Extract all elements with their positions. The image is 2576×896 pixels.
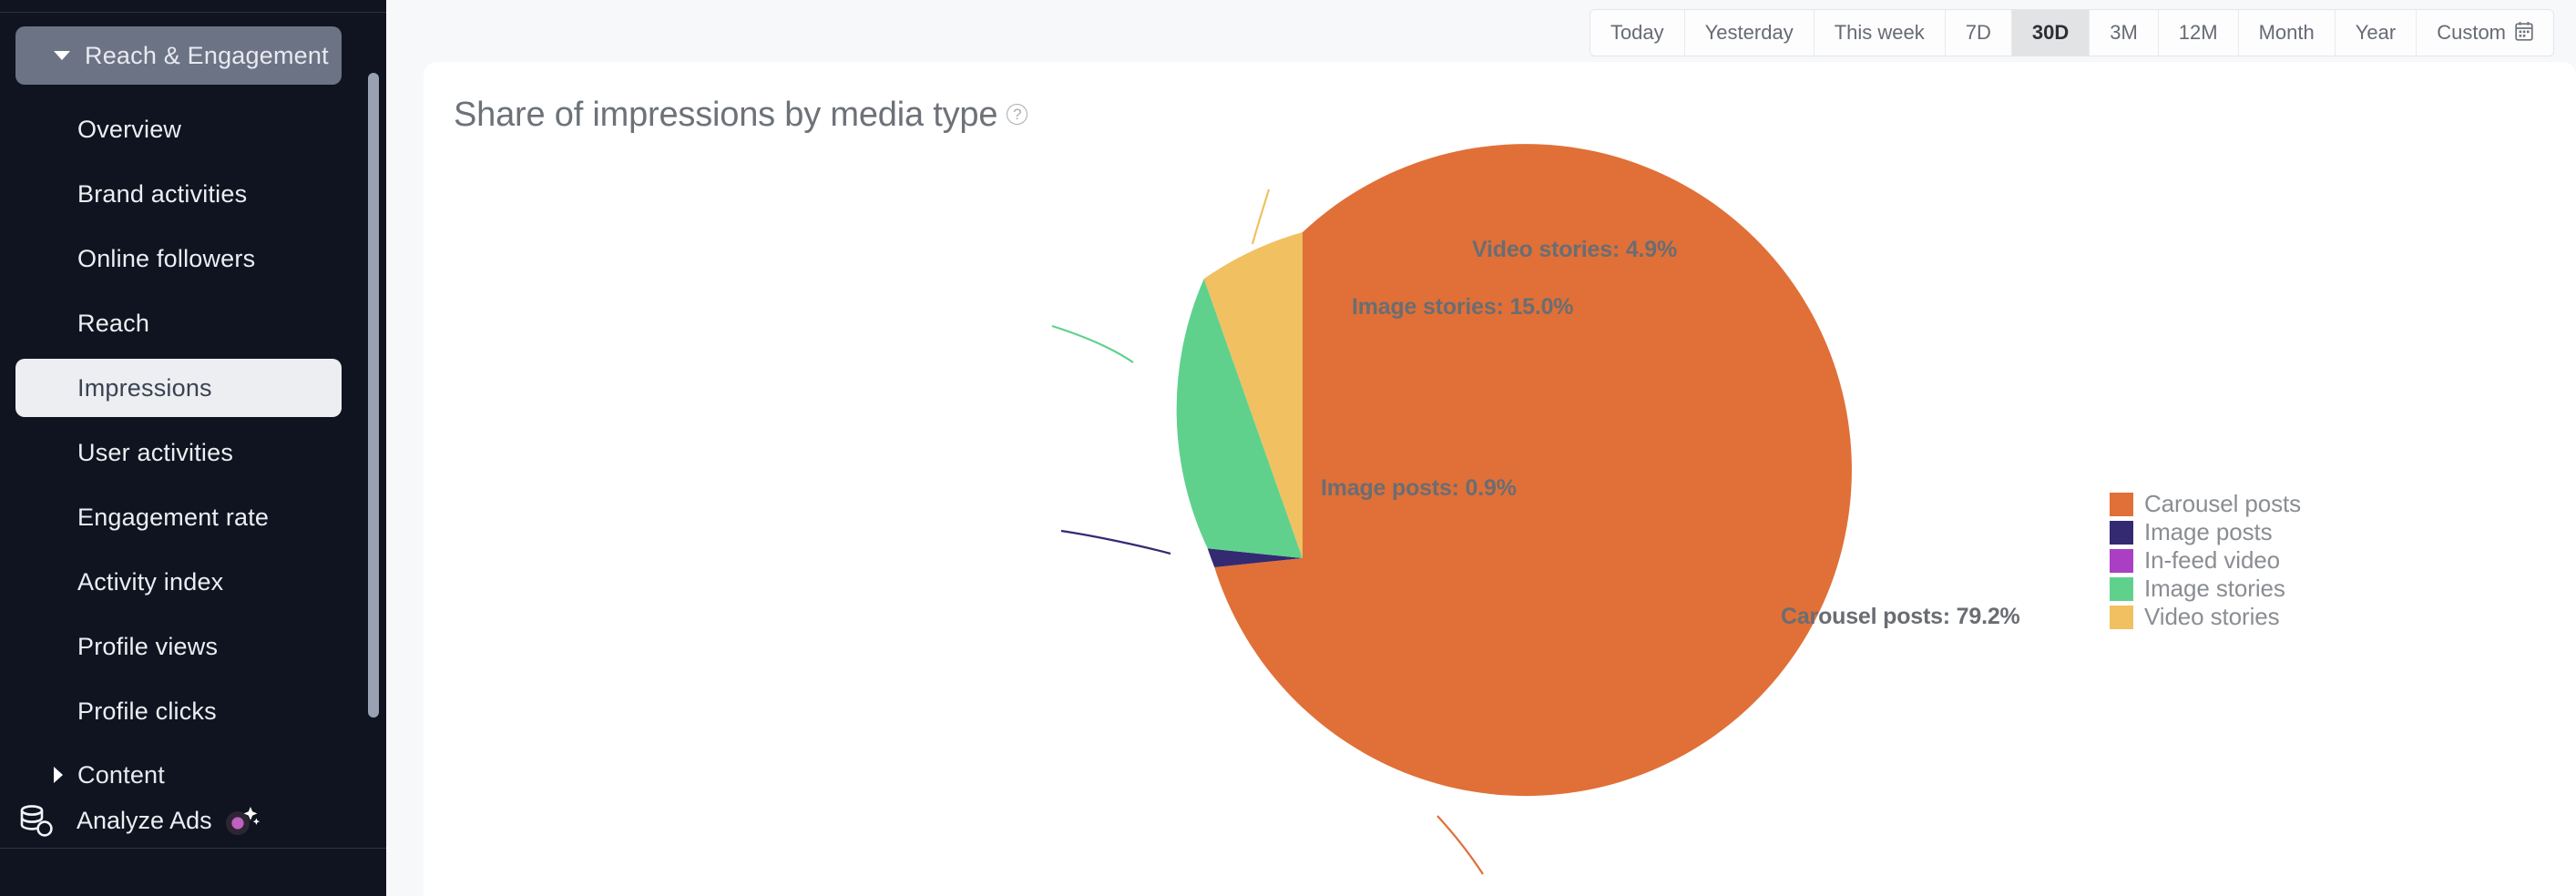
range-option-today[interactable]: Today xyxy=(1590,10,1685,56)
sidebar-item-label: Impressions xyxy=(77,373,212,402)
sidebar-bottom-divider xyxy=(0,848,386,849)
sidebar-item-label: Reach xyxy=(77,309,150,337)
range-label: Yesterday xyxy=(1704,21,1794,44)
legend-label: Video stories xyxy=(2144,603,2280,630)
range-label: This week xyxy=(1834,21,1925,44)
sidebar-group-reach-and-engagement[interactable]: Reach & Engagement xyxy=(15,26,342,85)
range-label: 7D xyxy=(1965,21,1991,44)
legend-item-carousel-posts[interactable]: Carousel posts xyxy=(2110,490,2301,518)
app-root: Reach & Engagement Overview Brand activi… xyxy=(0,0,2576,896)
sidebar-item-reach[interactable]: Reach xyxy=(15,294,342,352)
legend-item-video-stories[interactable]: Video stories xyxy=(2110,603,2301,631)
sidebar-group-label: Content xyxy=(77,760,165,789)
range-label: Year xyxy=(2355,21,2397,44)
caret-right-icon xyxy=(54,767,63,783)
range-label: Today xyxy=(1610,21,1664,44)
legend-label: Carousel posts xyxy=(2144,490,2302,517)
range-label: Month xyxy=(2258,21,2315,44)
sidebar-item-brand-activities[interactable]: Brand activities xyxy=(15,165,342,223)
sidebar: Reach & Engagement Overview Brand activi… xyxy=(0,0,386,896)
range-option-30d[interactable]: 30D xyxy=(2011,10,2090,56)
sidebar-item-label: Activity index xyxy=(77,567,224,596)
database-stack-icon xyxy=(16,800,56,840)
pie-chart: Video stories: 4.9% Image stories: 15.0%… xyxy=(424,62,2576,896)
sidebar-item-analyze-ads[interactable]: Analyze Ads xyxy=(0,793,386,848)
sidebar-item-label: Engagement rate xyxy=(77,503,270,531)
sidebar-item-label: Analyze Ads xyxy=(77,806,212,834)
legend-swatch-image-stories xyxy=(2110,576,2133,601)
range-label: 3M xyxy=(2110,21,2138,44)
legend-item-image-posts[interactable]: Image posts xyxy=(2110,518,2301,546)
leader-line-image-stories xyxy=(1051,324,1134,363)
sidebar-item-label: Overview xyxy=(77,115,182,143)
pie-label-video-stories: Video stories: 4.9% xyxy=(1472,237,1677,262)
chart-legend: Carousel posts Image posts In-feed video… xyxy=(2110,490,2301,631)
range-label: Custom xyxy=(2437,21,2506,44)
range-option-yesterday[interactable]: Yesterday xyxy=(1684,10,1814,56)
chart-card: Share of impressions by media type? Vide… xyxy=(424,62,2576,896)
sidebar-item-online-followers[interactable]: Online followers xyxy=(15,229,342,288)
caret-down-icon xyxy=(54,51,70,60)
sidebar-item-impressions[interactable]: Impressions xyxy=(15,359,342,417)
leader-line-video-stories xyxy=(1251,188,1271,245)
sidebar-item-activity-index[interactable]: Activity index xyxy=(15,553,342,611)
legend-label: In-feed video xyxy=(2144,546,2281,574)
legend-item-in-feed-video[interactable]: In-feed video xyxy=(2110,546,2301,575)
calendar-icon xyxy=(2515,21,2533,45)
date-range-selector: Today Yesterday This week 7D 30D 3M 12M … xyxy=(1589,9,2554,56)
sidebar-item-overview[interactable]: Overview xyxy=(15,100,342,158)
sidebar-item-label: Profile views xyxy=(77,632,219,660)
sidebar-item-label: Online followers xyxy=(77,244,256,272)
range-label: 30D xyxy=(2031,21,2070,44)
legend-swatch-in-feed-video xyxy=(2110,548,2133,573)
range-option-7d[interactable]: 7D xyxy=(1945,10,2012,56)
sidebar-item-label: User activities xyxy=(77,438,234,466)
pie-label-image-stories: Image stories: 15.0% xyxy=(1352,294,1574,320)
sidebar-item-profile-clicks[interactable]: Profile clicks xyxy=(15,682,342,740)
leader-line-carousel-posts xyxy=(1436,815,1484,875)
range-option-custom[interactable]: Custom xyxy=(2417,10,2553,56)
legend-item-image-stories[interactable]: Image stories xyxy=(2110,575,2301,603)
legend-swatch-video-stories xyxy=(2110,605,2133,629)
ai-sparkle-icon xyxy=(221,801,260,840)
sidebar-group-label: Reach & Engagement xyxy=(85,41,329,69)
pie-label-carousel-posts: Carousel posts: 79.2% xyxy=(1781,604,2020,629)
sidebar-item-profile-views[interactable]: Profile views xyxy=(15,617,342,676)
range-option-3m[interactable]: 3M xyxy=(2090,10,2159,56)
sidebar-item-label: Profile clicks xyxy=(77,697,217,725)
leader-line-image-posts xyxy=(1060,529,1171,555)
legend-label: Image posts xyxy=(2144,518,2273,545)
pie-label-image-posts: Image posts: 0.9% xyxy=(1321,475,1517,501)
sidebar-scroll-region: Reach & Engagement Overview Brand activi… xyxy=(0,13,386,807)
sidebar-item-engagement-rate[interactable]: Engagement rate xyxy=(15,488,342,546)
legend-swatch-image-posts xyxy=(2110,520,2133,545)
legend-swatch-carousel-posts xyxy=(2110,492,2133,516)
range-option-month[interactable]: Month xyxy=(2238,10,2336,56)
sidebar-item-user-activities[interactable]: User activities xyxy=(15,423,342,482)
legend-label: Image stories xyxy=(2144,575,2285,602)
sidebar-scrollbar[interactable] xyxy=(368,73,379,718)
sidebar-item-label: Brand activities xyxy=(77,179,248,208)
range-option-this-week[interactable]: This week xyxy=(1814,10,1946,56)
range-option-year[interactable]: Year xyxy=(2335,10,2418,56)
range-label: 12M xyxy=(2178,21,2218,44)
range-option-12m[interactable]: 12M xyxy=(2158,10,2239,56)
main-content: Today Yesterday This week 7D 30D 3M 12M … xyxy=(386,0,2576,896)
